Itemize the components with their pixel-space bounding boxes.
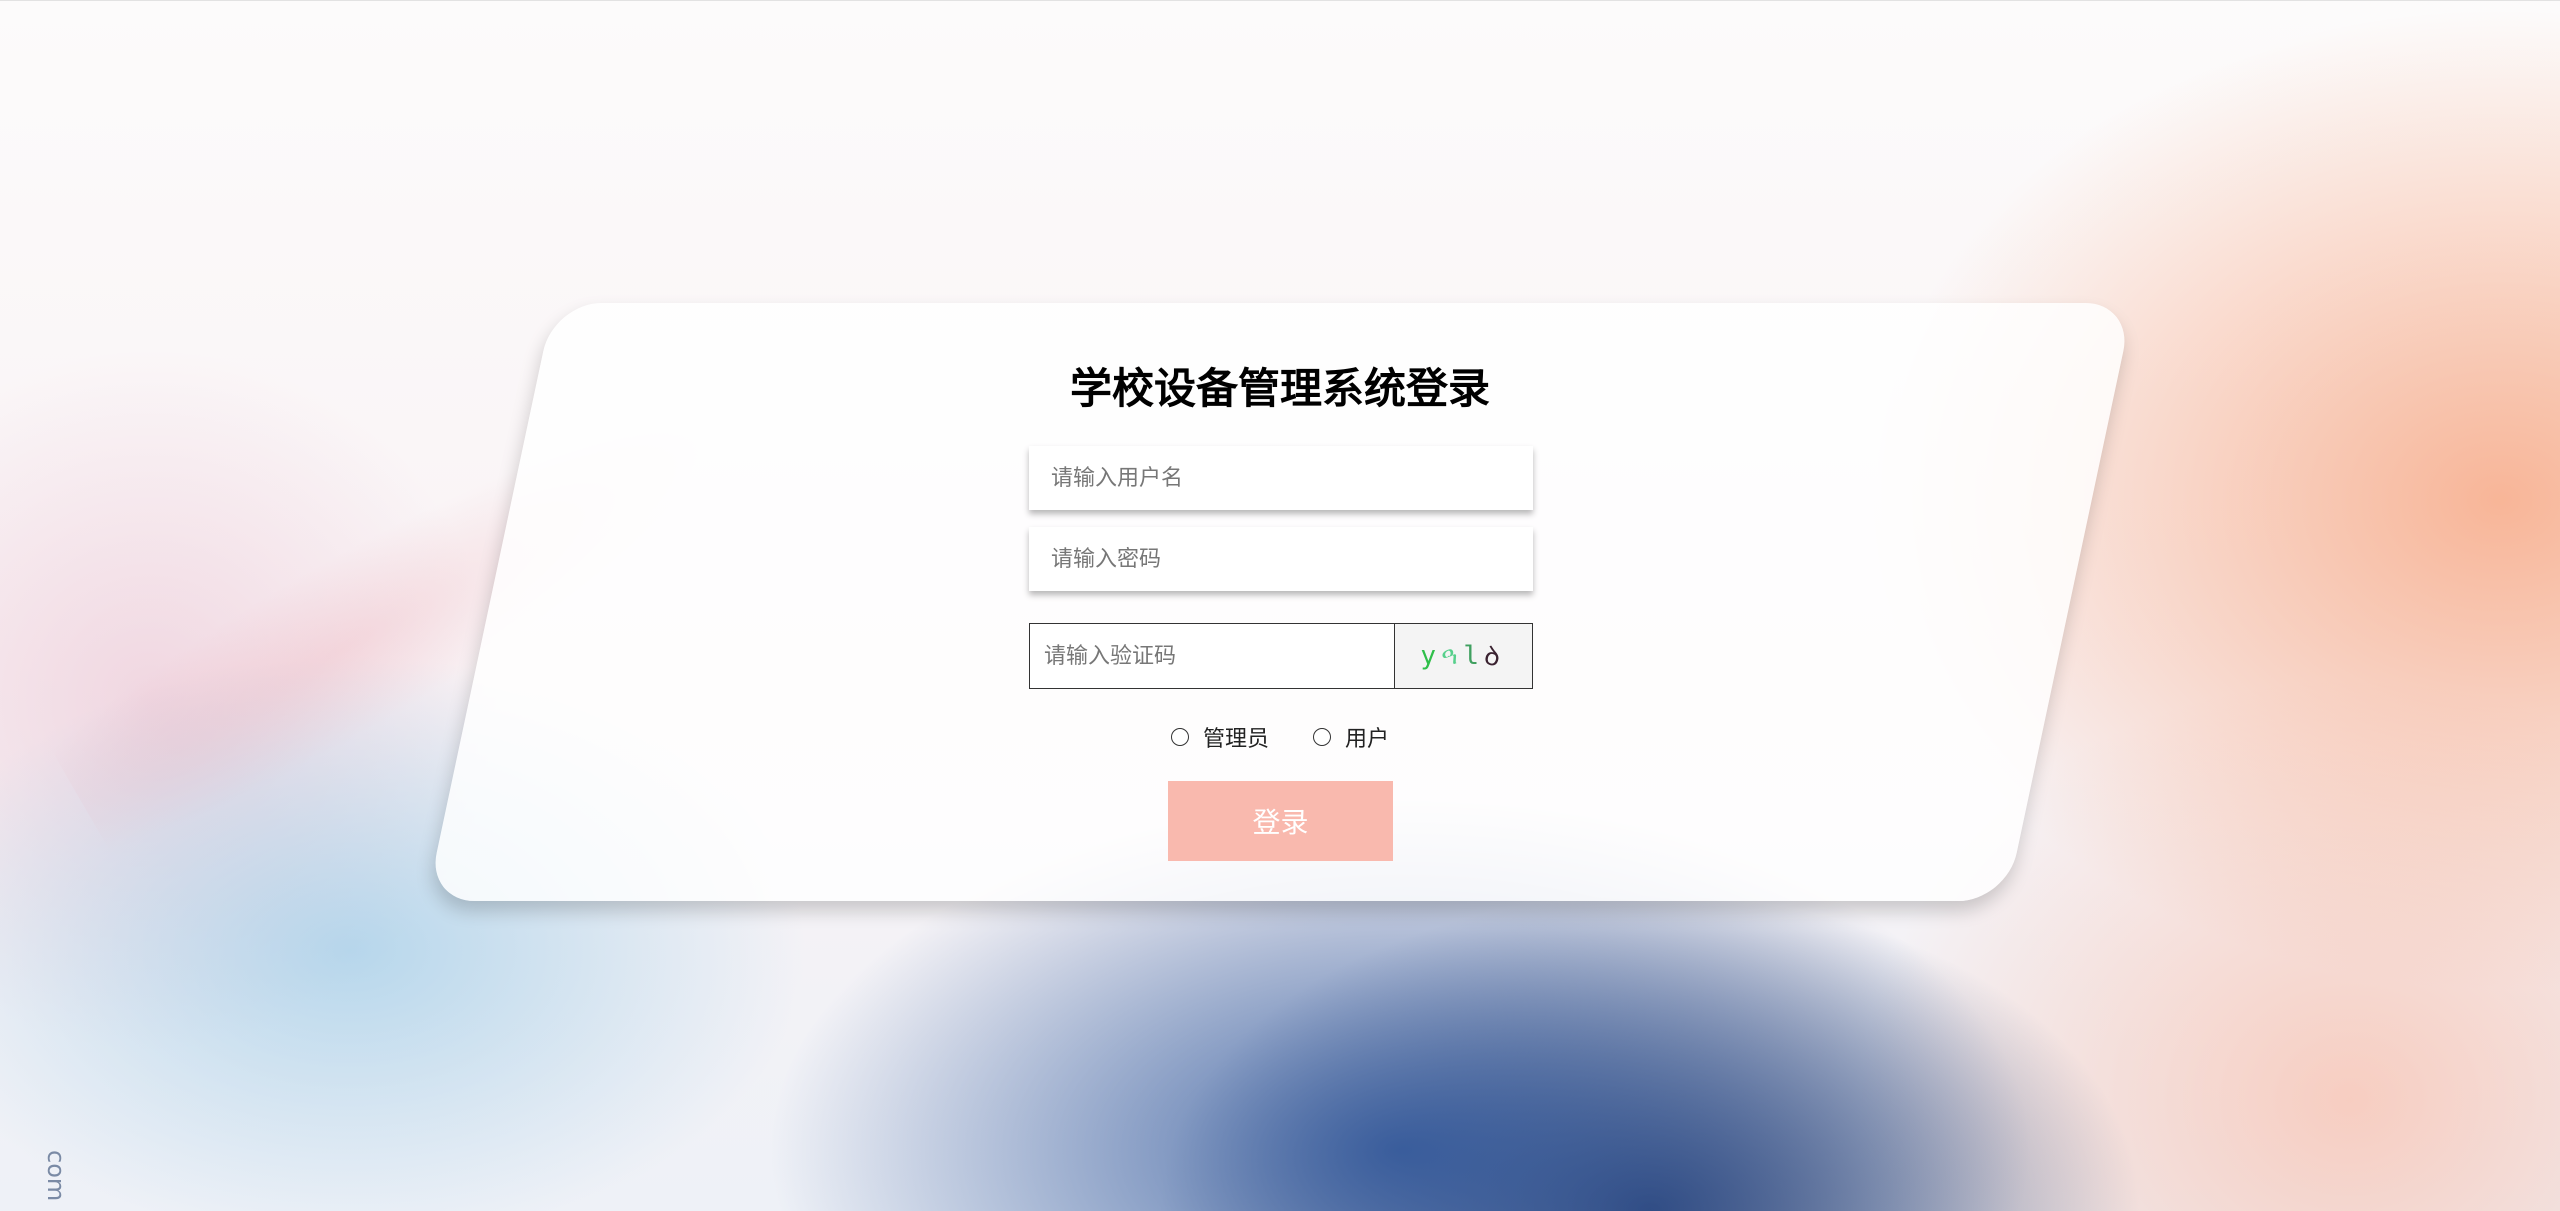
login-button[interactable]: 登录 bbox=[1168, 781, 1393, 861]
radio-user[interactable] bbox=[1313, 728, 1331, 746]
radio-admin[interactable] bbox=[1170, 728, 1189, 746]
role-option-admin[interactable]: 管理员 bbox=[1170, 721, 1269, 753]
role-label-user: 用户 bbox=[1345, 727, 1390, 752]
password-input[interactable] bbox=[1029, 527, 1533, 591]
page-title: 学校设备管理系统登录 bbox=[1069, 364, 1490, 413]
username-input[interactable] bbox=[1029, 446, 1533, 510]
role-selector: 管理员 用户 bbox=[0, 722, 2560, 752]
role-label-admin: 管理员 bbox=[1202, 727, 1269, 752]
captcha-char: ꝺ bbox=[1480, 640, 1510, 676]
login-form: 学校设备管理系统登录 y ዓ l ꝺ 管理员 用户 登录 bbox=[0, 0, 2560, 1211]
role-option-user[interactable]: 用户 bbox=[1313, 721, 1389, 753]
captcha-image[interactable]: y ዓ l ꝺ bbox=[1394, 623, 1533, 689]
captcha-input[interactable] bbox=[1029, 623, 1395, 689]
login-page: com 学校设备管理系统登录 y ዓ l ꝺ 管理员 用户 登录 bbox=[0, 0, 2560, 1211]
